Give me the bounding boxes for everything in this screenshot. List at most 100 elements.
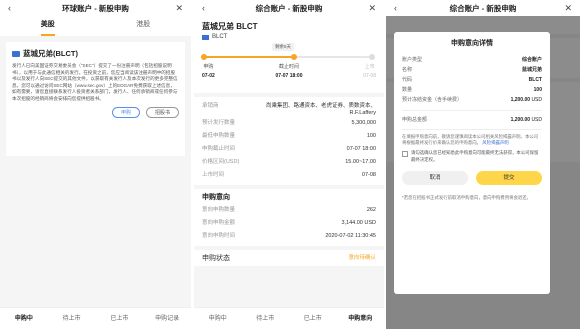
divider bbox=[402, 110, 542, 111]
info-row: 承销商 尚乘集团、路通资本、老虎证券、质数资本、R.F.Laffery bbox=[202, 100, 376, 117]
timeline-labels: 申购 07-02 截止时间 07-07 18:00 上市 07-08 bbox=[202, 63, 376, 79]
tabbar-subscribing[interactable]: 申购中 bbox=[0, 308, 48, 329]
subscribe-button[interactable]: 申购 bbox=[111, 106, 140, 118]
currency-unit: USD bbox=[531, 117, 542, 123]
bottom-tabbar: 申购中 待上市 已上市 申购意向 bbox=[194, 307, 384, 329]
tab-hk-stocks[interactable]: 港股 bbox=[96, 16, 192, 36]
close-icon[interactable]: ✕ bbox=[350, 3, 376, 14]
modal-value: BLCT bbox=[528, 77, 542, 83]
intent-detail-modal: 申购意向详情 账户类型 综合账户 名称 蓝城兄弟 代码 BLCT 数量 100 … bbox=[394, 32, 550, 294]
intent-key: 意向申购数量 bbox=[202, 207, 236, 213]
step-label: 截止时间 bbox=[278, 64, 299, 70]
page-title: 综合账户 - 新股申购 bbox=[449, 3, 517, 13]
back-icon[interactable]: ‹ bbox=[202, 3, 228, 13]
modal-key: 预计冻结资金（含手续费） bbox=[402, 97, 463, 103]
status-badge: 意向待确认 bbox=[348, 255, 376, 261]
intent-value: 2020-07-02 11:30:45 bbox=[325, 233, 376, 239]
us-flag-icon bbox=[202, 34, 209, 40]
stock-code: BLCT bbox=[212, 34, 228, 40]
frozen-funds-row: 预计冻结资金（含手续费） 1,200.00 USD bbox=[402, 95, 542, 106]
subscription-status: 申购状态 意向待确认 bbox=[194, 250, 384, 266]
modal-key: 代码 bbox=[402, 77, 413, 83]
back-icon[interactable]: ‹ bbox=[8, 3, 34, 13]
info-value: 15.00~17.00 bbox=[345, 159, 376, 165]
info-key: 承销商 bbox=[202, 103, 219, 109]
info-value: 07-07 18:00 bbox=[346, 146, 376, 152]
cancel-button[interactable]: 取消 bbox=[402, 170, 468, 185]
back-icon[interactable]: ‹ bbox=[394, 3, 420, 13]
stock-code-row: BLCT bbox=[202, 34, 376, 40]
tabbar-pending-listing[interactable]: 待上市 bbox=[242, 308, 290, 329]
tabbar-subscribing[interactable]: 申购中 bbox=[194, 308, 242, 329]
intent-value: 3,144.00 USD bbox=[341, 220, 376, 226]
intent-row: 意向申购时间 2020-07-02 11:30:45 bbox=[202, 230, 376, 243]
step-dot-subscribe bbox=[201, 54, 207, 60]
modal-key: 账户类型 bbox=[402, 57, 423, 63]
status-title: 申购状态 bbox=[202, 255, 230, 262]
footnote: *若您在招股书正式发行前取消申购意向，意向申购费用将会退还。 bbox=[402, 194, 532, 200]
tabbar-records[interactable]: 申购记录 bbox=[143, 308, 191, 329]
risk-disclosure-link[interactable]: 风险揭露声明 bbox=[482, 140, 508, 145]
nav-bar: ‹ 综合账户 - 新股申购 ✕ bbox=[386, 0, 580, 16]
confirm-checkbox[interactable] bbox=[402, 151, 408, 158]
modal-value: 100 bbox=[533, 87, 542, 93]
confirm-checkbox-row[interactable]: 请勾选确认您已经知悉此申购意向可能最终无法获得，本公司保留最终决定权。 bbox=[402, 150, 542, 162]
screen-intent-modal: ‹ 综合账户 - 新股申购 ✕ 申购意向详情 账户类型 综合账户 名称 蓝城兄弟… bbox=[386, 0, 580, 329]
step-date: 07-02 bbox=[202, 73, 215, 79]
modal-value: 蓝城兄弟 bbox=[521, 67, 542, 73]
info-value: 07-08 bbox=[361, 172, 376, 178]
bottom-tabbar: 申购中 待上市 已上市 申购记录 bbox=[0, 307, 191, 329]
intent-section: 申购意向 意向申购数量 262 意向申购金额 3,144.00 USD 意向申购… bbox=[194, 189, 384, 246]
tabbar-listed[interactable]: 已上市 bbox=[96, 308, 144, 329]
modal-row: 数量 100 bbox=[402, 85, 542, 95]
timeline-progress bbox=[204, 56, 297, 58]
step-date: 07-08 bbox=[363, 73, 376, 79]
tab-us-stocks[interactable]: 美股 bbox=[0, 16, 96, 36]
info-value: 100 bbox=[366, 133, 376, 139]
info-row: 上市时间 07-08 bbox=[202, 169, 376, 182]
nav-bar: ‹ 环球账户 - 新股申购 ✕ bbox=[0, 0, 191, 16]
close-icon[interactable]: ✕ bbox=[546, 3, 572, 14]
currency-unit: USD bbox=[531, 97, 542, 103]
stock-name: 蓝城兄弟 BLCT bbox=[202, 22, 258, 31]
info-key: 申购截止时间 bbox=[202, 146, 236, 152]
modal-title: 申购意向详情 bbox=[451, 40, 493, 47]
page-title: 综合账户 - 新股申购 bbox=[255, 3, 323, 13]
screen-global-account: ‹ 环球账户 - 新股申购 ✕ 美股 港股 蓝城兄弟(BLCT) 发行人已向美国… bbox=[0, 0, 191, 329]
info-value: 5,300,000 bbox=[351, 120, 376, 126]
step-label: 上市 bbox=[364, 64, 375, 70]
modal-row: 名称 蓝城兄弟 bbox=[402, 65, 542, 75]
step-listing: 上市 07-08 bbox=[363, 63, 376, 79]
timeline-track bbox=[201, 54, 375, 60]
modal-key: 名称 bbox=[402, 67, 413, 73]
divider bbox=[402, 129, 542, 130]
prospectus-button[interactable]: 招股书 bbox=[145, 106, 179, 118]
step-date: 07-07 18:00 bbox=[275, 73, 303, 79]
total-amount: 1,200.00 bbox=[510, 117, 531, 123]
close-icon[interactable]: ✕ bbox=[157, 3, 183, 14]
frozen-amount: 1,200.00 bbox=[510, 97, 531, 103]
us-flag-icon bbox=[12, 50, 20, 57]
tabbar-listed[interactable]: 已上市 bbox=[289, 308, 337, 329]
info-row: 最低申购数量 100 bbox=[202, 130, 376, 143]
modal-value: 1,200.00 USD bbox=[511, 97, 542, 104]
modal-buttons: 取消 提交 bbox=[402, 170, 542, 185]
ipo-card: 蓝城兄弟(BLCT) 发行人已向美国证券交易委员会（"SEC"）提交了一份注册声… bbox=[6, 42, 185, 156]
submit-button[interactable]: 提交 bbox=[476, 170, 542, 185]
intent-key: 意向申购时间 bbox=[202, 233, 236, 239]
info-row: 价格区间(USD) 15.00~17.00 bbox=[202, 156, 376, 169]
market-tabs: 美股 港股 bbox=[0, 16, 191, 36]
modal-row: 代码 BLCT bbox=[402, 75, 542, 85]
intent-title: 申购意向 bbox=[202, 194, 230, 201]
screen-ipo-detail: ‹ 综合账户 - 新股申购 ✕ 蓝城兄弟 BLCT BLCT 剩余5天 申购 0… bbox=[194, 0, 384, 329]
modal-key: 申购总金额 bbox=[402, 117, 428, 123]
tabbar-intent[interactable]: 申购意向 bbox=[337, 308, 385, 329]
remaining-days-badge: 剩余5天 bbox=[272, 43, 295, 51]
ipo-info: 承销商 尚乘集团、路通资本、老虎证券、质数资本、R.F.Laffery 预计发行… bbox=[194, 97, 384, 185]
tabbar-pending-listing[interactable]: 待上市 bbox=[48, 308, 96, 329]
ipo-name: 蓝城兄弟(BLCT) bbox=[23, 49, 78, 58]
info-key: 价格区间(USD) bbox=[202, 159, 240, 165]
sec-disclaimer: 发行人已向美国证券交易委员会（"SEC"）提交了一份注册声明（包括招股说明书），… bbox=[12, 63, 178, 101]
step-subscribe: 申购 07-02 bbox=[202, 63, 215, 79]
modal-value: 综合账户 bbox=[521, 57, 542, 63]
